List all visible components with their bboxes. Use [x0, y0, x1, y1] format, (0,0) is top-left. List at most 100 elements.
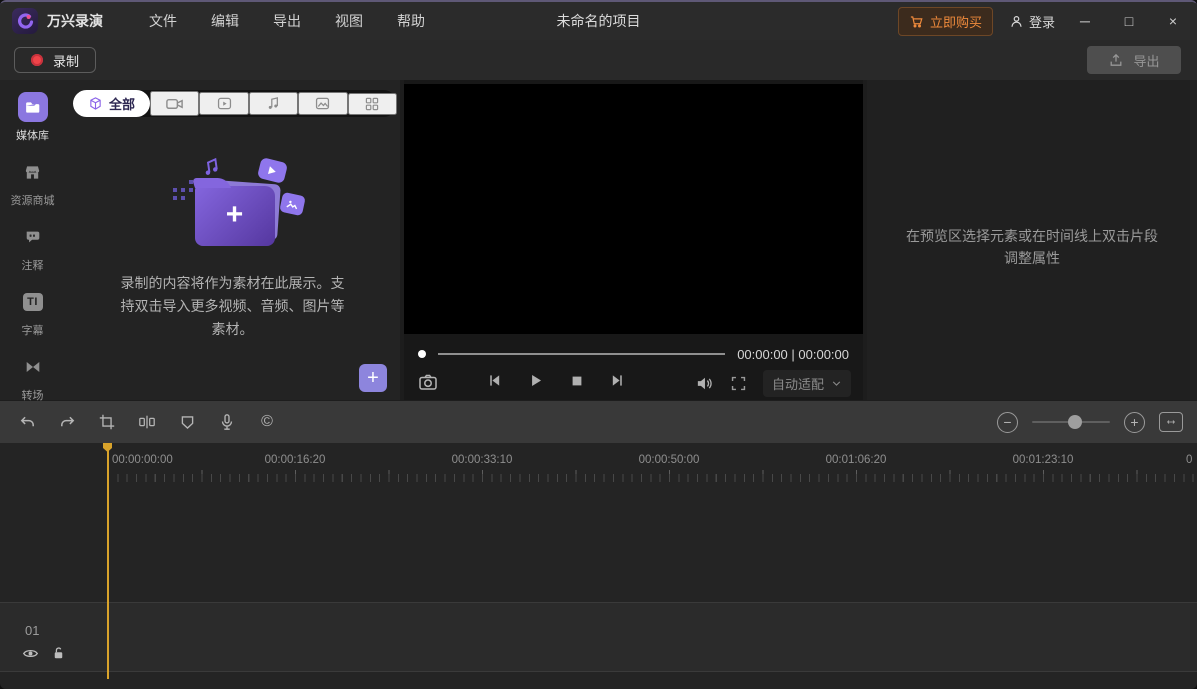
snapshot-button[interactable] [418, 372, 438, 392]
time-display: 00:00:00 | 00:00:00 [737, 347, 849, 362]
menu-help[interactable]: 帮助 [397, 11, 425, 31]
transition-icon [18, 352, 48, 382]
playhead[interactable] [107, 443, 109, 679]
tab-more-grid[interactable] [348, 93, 397, 115]
tab-all-label: 全部 [109, 94, 135, 113]
stop-button[interactable] [569, 373, 585, 389]
ruler-label-partial: 0 [1186, 454, 1192, 466]
seek-handle[interactable] [418, 350, 426, 358]
buy-now-button[interactable]: 立即购买 [898, 7, 993, 36]
menu-edit[interactable]: 编辑 [211, 11, 239, 31]
track-number: 01 [25, 623, 39, 638]
marker-button[interactable] [176, 411, 198, 433]
properties-panel: 在预览区选择元素或在时间线上双击片段调整属性 [867, 80, 1197, 400]
zoom-slider[interactable] [1032, 415, 1110, 429]
export-label: 导出 [1133, 51, 1159, 70]
fit-mode-dropdown[interactable]: 自动适配 [763, 370, 851, 397]
project-title: 未命名的项目 [557, 11, 641, 31]
login-label: 登录 [1029, 12, 1055, 31]
menu-view[interactable]: 视图 [335, 11, 363, 31]
export-button[interactable]: 导出 [1087, 46, 1181, 74]
folder-plus-glyph: + [226, 200, 244, 230]
fit-width-icon [1166, 416, 1176, 428]
folder-icon [18, 92, 48, 122]
main-area: 媒体库 资源商城 [0, 80, 1197, 400]
zoom-controls: − + [997, 412, 1183, 433]
subtitle-icon-glyph: TI [23, 293, 43, 311]
next-frame-button[interactable] [609, 372, 626, 389]
empty-folder-icon: + [195, 186, 275, 246]
fit-mode-label: 自动适配 [772, 374, 824, 393]
undo-button[interactable] [16, 411, 38, 433]
action-bar: 录制 导出 [0, 40, 1197, 80]
sidebar-item-transition[interactable]: 转场 [0, 352, 65, 403]
sidebar-item-label: 资源商城 [11, 192, 55, 208]
close-button[interactable]: × [1159, 8, 1187, 34]
voiceover-button[interactable] [216, 411, 238, 433]
track-visibility-button[interactable] [22, 645, 39, 662]
media-library-panel: 媒体库 资源商城 [0, 80, 400, 400]
tab-video[interactable] [199, 92, 248, 115]
microphone-icon [218, 413, 236, 431]
sidebar-item-annotation[interactable]: 注释 [0, 222, 65, 273]
redo-button[interactable] [56, 411, 78, 433]
tab-audio[interactable] [249, 92, 298, 115]
edit-tools: © [0, 411, 278, 433]
volume-button[interactable] [695, 374, 714, 393]
zoom-in-button[interactable]: + [1124, 412, 1145, 433]
crop-button[interactable] [96, 411, 118, 433]
stop-icon [569, 373, 585, 389]
titlebar: 万兴录演 文件 编辑 导出 视图 帮助 未命名的项目 立即购买 [0, 2, 1197, 40]
grid-icon [364, 96, 380, 112]
comment-icon [18, 222, 48, 252]
track-lock-button[interactable] [51, 645, 66, 661]
zoom-slider-knob[interactable] [1068, 415, 1082, 429]
timeline[interactable]: 00:00:00:00 00:00:16:20 00:00:33:10 00:0… [0, 443, 1197, 689]
add-media-button[interactable]: + [359, 364, 387, 392]
sidebar-item-label: 字幕 [22, 322, 44, 338]
previous-frame-button[interactable] [486, 372, 503, 389]
record-icon [31, 54, 43, 66]
split-icon [138, 413, 156, 431]
video-clip-icon [216, 95, 233, 112]
preview-right-controls: 自动适配 [695, 370, 851, 397]
ruler-label: 00:00:00:00 [112, 454, 173, 466]
unlock-icon [51, 645, 66, 661]
image-badge-icon [279, 192, 306, 216]
login-button[interactable]: 登录 [1009, 12, 1055, 31]
sidebar-item-subtitle[interactable]: TI 字幕 [0, 287, 65, 338]
play-button[interactable] [527, 372, 544, 389]
split-button[interactable] [136, 411, 158, 433]
crop-icon [98, 413, 116, 431]
sidebar-item-store[interactable]: 资源商城 [0, 157, 65, 208]
undo-icon [18, 413, 37, 432]
maximize-button[interactable]: □ [1115, 8, 1143, 34]
record-label: 录制 [53, 51, 79, 70]
next-frame-icon [609, 372, 626, 389]
copyright-button[interactable]: © [256, 411, 278, 433]
sidebar-item-media-library[interactable]: 媒体库 [0, 92, 65, 143]
transport-cluster [486, 372, 626, 389]
tab-image[interactable] [298, 92, 347, 115]
ruler-label: 00:01:06:20 [826, 454, 887, 466]
preview-panel: 00:00:00 | 00:00:00 [404, 80, 863, 400]
fit-timeline-button[interactable] [1159, 412, 1183, 432]
record-button[interactable]: 录制 [14, 47, 96, 73]
video-canvas[interactable] [404, 84, 863, 334]
tab-video-recordings[interactable] [150, 91, 199, 116]
timeline-toolbar: © − + [0, 401, 1197, 443]
menu-file[interactable]: 文件 [149, 11, 177, 31]
tab-all[interactable]: 全部 [73, 90, 150, 117]
zoom-out-button[interactable]: − [997, 412, 1018, 433]
sidebar: 媒体库 资源商城 [0, 80, 65, 400]
seek-bar-row: 00:00:00 | 00:00:00 [404, 342, 863, 366]
marker-icon [179, 414, 196, 431]
minimize-button[interactable]: ─ [1071, 8, 1099, 34]
upload-icon [1108, 52, 1124, 68]
timeline-track-row[interactable]: 01 [0, 602, 1197, 672]
dots-decoration-icon [173, 188, 177, 192]
seek-track[interactable] [438, 353, 725, 355]
playhead-handle[interactable] [103, 443, 112, 452]
fullscreen-button[interactable] [730, 375, 747, 392]
menu-export[interactable]: 导出 [273, 11, 301, 31]
